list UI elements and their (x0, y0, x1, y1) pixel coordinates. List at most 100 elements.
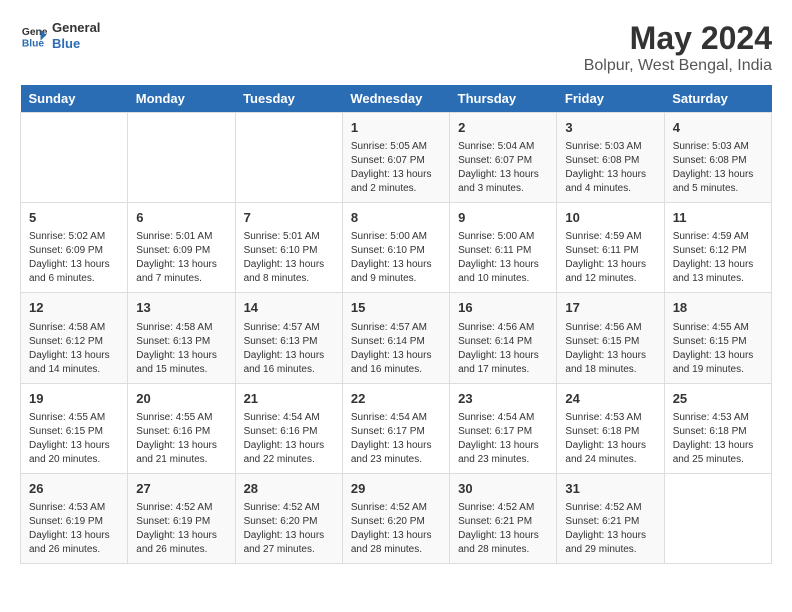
day-info: Sunrise: 4:54 AM Sunset: 6:16 PM Dayligh… (244, 411, 334, 467)
calendar-week-3: 12 Sunrise: 4:58 AM Sunset: 6:12 PM Dayli… (21, 293, 772, 383)
day-number: 1 (351, 119, 441, 137)
day-info: Sunrise: 5:00 AM Sunset: 6:10 PM Dayligh… (351, 230, 441, 286)
day-number: 12 (29, 299, 119, 317)
calendar-cell: 9 Sunrise: 5:00 AM Sunset: 6:11 PM Daylig… (450, 203, 557, 293)
logo-text: General Blue (52, 20, 100, 51)
calendar-cell: 6Sunrise: 5:01 AM Sunset: 6:09 PM Daylig… (128, 203, 235, 293)
header-wednesday: Wednesday (342, 85, 449, 113)
day-info: Sunrise: 4:53 AM Sunset: 6:19 PM Dayligh… (29, 501, 119, 557)
header-sunday: Sunday (21, 85, 128, 113)
day-info: Sunrise: 4:58 AM Sunset: 6:12 PM Dayligh… (29, 321, 119, 377)
calendar-cell: 18 Sunrise: 4:55 AM Sunset: 6:15 PM Dayli… (664, 293, 771, 383)
day-info: Sunrise: 4:53 AM Sunset: 6:18 PM Dayligh… (673, 411, 763, 467)
calendar-table: SundayMondayTuesdayWednesdayThursdayFrid… (20, 85, 772, 564)
day-number: 15 (351, 299, 441, 317)
day-number: 27 (136, 480, 226, 498)
title-block: May 2024 Bolpur, West Bengal, India (584, 20, 772, 75)
day-number: 13 (136, 299, 226, 317)
calendar-cell: 2Sunrise: 5:04 AM Sunset: 6:07 PM Daylig… (450, 113, 557, 203)
day-number: 16 (458, 299, 548, 317)
calendar-cell: 12 Sunrise: 4:58 AM Sunset: 6:12 PM Dayli… (21, 293, 128, 383)
day-info: Sunrise: 4:57 AM Sunset: 6:13 PM Dayligh… (244, 321, 334, 377)
day-number: 5 (29, 209, 119, 227)
header-tuesday: Tuesday (235, 85, 342, 113)
day-number: 25 (673, 390, 763, 408)
day-info: Sunrise: 5:05 AM Sunset: 6:07 PM Dayligh… (351, 140, 441, 196)
calendar-cell (664, 473, 771, 563)
day-number: 9 (458, 209, 548, 227)
calendar-cell: 5 Sunrise: 5:02 AM Sunset: 6:09 PM Daylig… (21, 203, 128, 293)
calendar-cell: 4 Sunrise: 5:03 AM Sunset: 6:08 PM Daylig… (664, 113, 771, 203)
day-number: 17 (565, 299, 655, 317)
day-number: 7 (244, 209, 334, 227)
day-info: Sunrise: 5:00 AM Sunset: 6:11 PM Dayligh… (458, 230, 548, 286)
calendar-cell (128, 113, 235, 203)
calendar-cell: 29 Sunrise: 4:52 AM Sunset: 6:20 PM Dayli… (342, 473, 449, 563)
day-number: 19 (29, 390, 119, 408)
calendar-week-1: 1 Sunrise: 5:05 AM Sunset: 6:07 PM Daylig… (21, 113, 772, 203)
logo: General Blue General Blue (20, 20, 100, 51)
calendar-cell: 10Sunrise: 4:59 AM Sunset: 6:11 PM Dayli… (557, 203, 664, 293)
day-info: Sunrise: 4:56 AM Sunset: 6:15 PM Dayligh… (565, 321, 655, 377)
day-info: Sunrise: 4:54 AM Sunset: 6:17 PM Dayligh… (351, 411, 441, 467)
calendar-cell: 7 Sunrise: 5:01 AM Sunset: 6:10 PM Daylig… (235, 203, 342, 293)
page-header: General Blue General Blue May 2024 Bolpu… (20, 20, 772, 75)
calendar-cell: 14 Sunrise: 4:57 AM Sunset: 6:13 PM Dayli… (235, 293, 342, 383)
day-info: Sunrise: 4:55 AM Sunset: 6:16 PM Dayligh… (136, 411, 226, 467)
day-info: Sunrise: 4:58 AM Sunset: 6:13 PM Dayligh… (136, 321, 226, 377)
day-info: Sunrise: 4:52 AM Sunset: 6:19 PM Dayligh… (136, 501, 226, 557)
subtitle: Bolpur, West Bengal, India (584, 57, 772, 75)
calendar-cell: 15 Sunrise: 4:57 AM Sunset: 6:14 PM Dayli… (342, 293, 449, 383)
calendar-cell: 26 Sunrise: 4:53 AM Sunset: 6:19 PM Dayli… (21, 473, 128, 563)
calendar-cell: 31Sunrise: 4:52 AM Sunset: 6:21 PM Dayli… (557, 473, 664, 563)
calendar-cell: 8 Sunrise: 5:00 AM Sunset: 6:10 PM Daylig… (342, 203, 449, 293)
calendar-cell: 22 Sunrise: 4:54 AM Sunset: 6:17 PM Dayli… (342, 383, 449, 473)
day-info: Sunrise: 5:01 AM Sunset: 6:09 PM Dayligh… (136, 230, 226, 286)
day-number: 20 (136, 390, 226, 408)
header-thursday: Thursday (450, 85, 557, 113)
calendar-cell: 24Sunrise: 4:53 AM Sunset: 6:18 PM Dayli… (557, 383, 664, 473)
day-number: 4 (673, 119, 763, 137)
day-info: Sunrise: 4:57 AM Sunset: 6:14 PM Dayligh… (351, 321, 441, 377)
header-monday: Monday (128, 85, 235, 113)
calendar-week-4: 19 Sunrise: 4:55 AM Sunset: 6:15 PM Dayli… (21, 383, 772, 473)
day-number: 14 (244, 299, 334, 317)
calendar-cell: 27 Sunrise: 4:52 AM Sunset: 6:19 PM Dayli… (128, 473, 235, 563)
day-info: Sunrise: 5:01 AM Sunset: 6:10 PM Dayligh… (244, 230, 334, 286)
calendar-cell: 16 Sunrise: 4:56 AM Sunset: 6:14 PM Dayli… (450, 293, 557, 383)
calendar-cell: 25 Sunrise: 4:53 AM Sunset: 6:18 PM Dayli… (664, 383, 771, 473)
day-number: 29 (351, 480, 441, 498)
day-number: 3 (565, 119, 655, 137)
day-number: 8 (351, 209, 441, 227)
day-info: Sunrise: 4:55 AM Sunset: 6:15 PM Dayligh… (673, 321, 763, 377)
day-info: Sunrise: 4:53 AM Sunset: 6:18 PM Dayligh… (565, 411, 655, 467)
calendar-cell: 20 Sunrise: 4:55 AM Sunset: 6:16 PM Dayli… (128, 383, 235, 473)
calendar-cell: 23Sunrise: 4:54 AM Sunset: 6:17 PM Dayli… (450, 383, 557, 473)
calendar-cell: 11 Sunrise: 4:59 AM Sunset: 6:12 PM Dayli… (664, 203, 771, 293)
main-title: May 2024 (584, 20, 772, 57)
day-info: Sunrise: 4:55 AM Sunset: 6:15 PM Dayligh… (29, 411, 119, 467)
day-number: 18 (673, 299, 763, 317)
day-info: Sunrise: 5:04 AM Sunset: 6:07 PM Dayligh… (458, 140, 548, 196)
day-number: 28 (244, 480, 334, 498)
day-info: Sunrise: 4:54 AM Sunset: 6:17 PM Dayligh… (458, 411, 548, 467)
day-info: Sunrise: 4:52 AM Sunset: 6:20 PM Dayligh… (351, 501, 441, 557)
day-number: 31 (565, 480, 655, 498)
logo-icon: General Blue (20, 22, 48, 50)
day-number: 30 (458, 480, 548, 498)
header-saturday: Saturday (664, 85, 771, 113)
day-info: Sunrise: 4:56 AM Sunset: 6:14 PM Dayligh… (458, 321, 548, 377)
day-info: Sunrise: 5:02 AM Sunset: 6:09 PM Dayligh… (29, 230, 119, 286)
calendar-week-5: 26 Sunrise: 4:53 AM Sunset: 6:19 PM Dayli… (21, 473, 772, 563)
calendar-cell: 17 Sunrise: 4:56 AM Sunset: 6:15 PM Dayli… (557, 293, 664, 383)
day-number: 22 (351, 390, 441, 408)
day-number: 10 (565, 209, 655, 227)
calendar-cell: 30Sunrise: 4:52 AM Sunset: 6:21 PM Dayli… (450, 473, 557, 563)
header-friday: Friday (557, 85, 664, 113)
calendar-cell: 21Sunrise: 4:54 AM Sunset: 6:16 PM Dayli… (235, 383, 342, 473)
calendar-cell (235, 113, 342, 203)
day-number: 11 (673, 209, 763, 227)
day-info: Sunrise: 5:03 AM Sunset: 6:08 PM Dayligh… (673, 140, 763, 196)
day-info: Sunrise: 4:59 AM Sunset: 6:12 PM Dayligh… (673, 230, 763, 286)
day-number: 26 (29, 480, 119, 498)
